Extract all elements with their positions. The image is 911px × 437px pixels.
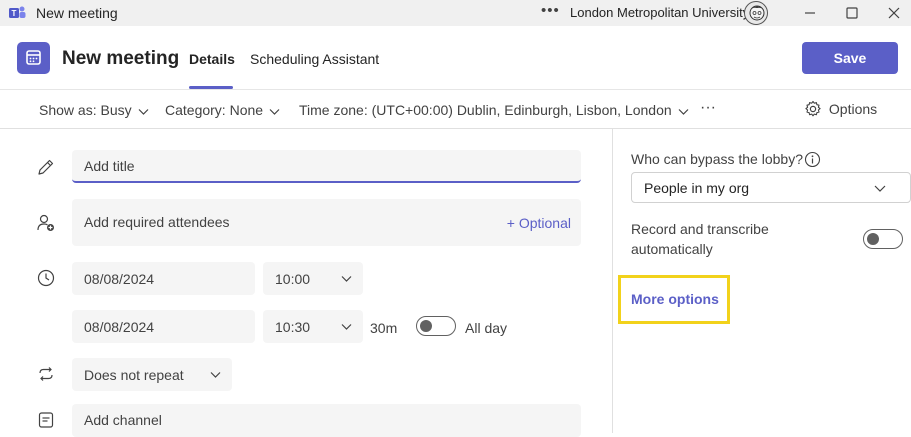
- title-placeholder: Add title: [84, 158, 135, 174]
- meeting-options-pane: Who can bypass the lobby? People in my o…: [613, 129, 911, 433]
- lobby-bypass-dropdown[interactable]: People in my org: [631, 172, 911, 203]
- teams-app-icon: T: [9, 6, 26, 18]
- tab-details[interactable]: Details: [189, 51, 235, 67]
- start-date-value: 08/08/2024: [84, 271, 155, 287]
- end-date-value: 08/08/2024: [84, 319, 155, 335]
- tab-scheduling-assistant[interactable]: Scheduling Assistant: [250, 51, 379, 67]
- more-options-highlight: More options: [618, 275, 730, 324]
- repeat-value: Does not repeat: [84, 367, 184, 383]
- close-icon[interactable]: [884, 3, 904, 23]
- chevron-down-icon: [341, 276, 352, 282]
- maximize-icon[interactable]: [842, 3, 862, 23]
- more-options-link[interactable]: More options: [631, 291, 719, 307]
- meeting-form: Add title Add required attendees + Optio…: [0, 129, 612, 437]
- end-time-dropdown[interactable]: 10:30: [263, 310, 363, 343]
- calendar-badge: [17, 42, 50, 74]
- window-title: New meeting: [36, 5, 118, 21]
- channel-input[interactable]: Add channel: [72, 404, 581, 437]
- category-label: Category: None: [165, 102, 264, 118]
- repeat-dropdown[interactable]: Does not repeat: [72, 358, 232, 391]
- channel-placeholder: Add channel: [84, 412, 162, 428]
- all-day-label: All day: [465, 320, 508, 336]
- info-icon[interactable]: [804, 151, 821, 168]
- more-icon[interactable]: •••: [541, 2, 560, 19]
- record-transcribe-toggle[interactable]: [863, 229, 903, 249]
- end-time-value: 10:30: [275, 319, 311, 335]
- chevron-down-icon: [138, 108, 149, 115]
- duration-label: 30m: [370, 320, 398, 336]
- chevron-down-icon: [341, 324, 352, 330]
- chevron-down-icon: [269, 108, 280, 115]
- meeting-header: New meeting Details Scheduling Assistant…: [0, 26, 911, 89]
- toggle-knob: [420, 320, 432, 332]
- options-label: Options: [828, 101, 878, 118]
- attendees-placeholder: Add required attendees: [84, 214, 230, 230]
- record-transcribe-label-line2: automatically: [631, 241, 713, 257]
- toggle-knob: [867, 233, 879, 245]
- all-day-toggle[interactable]: [416, 316, 456, 336]
- lobby-bypass-value: People in my org: [644, 180, 750, 196]
- clock-icon: [37, 269, 55, 287]
- avatar-image-icon: [749, 5, 765, 21]
- add-optional-attendees-link[interactable]: + Optional: [507, 215, 571, 231]
- end-date-input[interactable]: 08/08/2024: [72, 310, 255, 343]
- add-person-icon: [37, 214, 54, 231]
- window-titlebar: T New meeting ••• London Metropolitan Un…: [0, 0, 911, 26]
- show-as-label: Show as: Busy: [39, 102, 132, 118]
- toolbar-more-button[interactable]: ···: [700, 99, 716, 117]
- save-button[interactable]: Save: [802, 42, 898, 74]
- attendees-input[interactable]: Add required attendees + Optional: [72, 199, 581, 246]
- start-time-dropdown[interactable]: 10:00: [263, 262, 363, 295]
- chevron-down-icon: [874, 185, 886, 192]
- repeat-icon: [39, 367, 53, 381]
- chevron-down-icon: [678, 108, 689, 115]
- lobby-bypass-label: Who can bypass the lobby?: [631, 151, 803, 167]
- title-input[interactable]: Add title: [72, 150, 581, 183]
- meeting-toolbar: Show as: Busy Category: None Time zone: …: [0, 89, 911, 129]
- start-time-value: 10:00: [275, 271, 311, 287]
- calendar-icon: [26, 50, 41, 65]
- svg-text:T: T: [12, 9, 17, 18]
- chevron-down-icon: [210, 372, 221, 378]
- options-button[interactable]: Options: [804, 100, 877, 118]
- start-date-input[interactable]: 08/08/2024: [72, 262, 255, 295]
- minimize-icon[interactable]: [800, 3, 820, 23]
- category-dropdown[interactable]: Category: None: [165, 102, 280, 118]
- gear-icon: [805, 101, 821, 117]
- channel-icon: [38, 412, 54, 428]
- show-as-dropdown[interactable]: Show as: Busy: [39, 102, 149, 118]
- avatar[interactable]: [744, 1, 768, 25]
- page-title: New meeting: [62, 48, 180, 69]
- organization-name[interactable]: London Metropolitan University: [570, 5, 749, 20]
- pencil-icon: [38, 159, 54, 175]
- time-zone-dropdown[interactable]: Time zone: (UTC+00:00) Dublin, Edinburgh…: [299, 102, 689, 118]
- time-zone-label: Time zone: (UTC+00:00) Dublin, Edinburgh…: [299, 102, 672, 118]
- record-transcribe-label-line1: Record and transcribe: [631, 221, 769, 237]
